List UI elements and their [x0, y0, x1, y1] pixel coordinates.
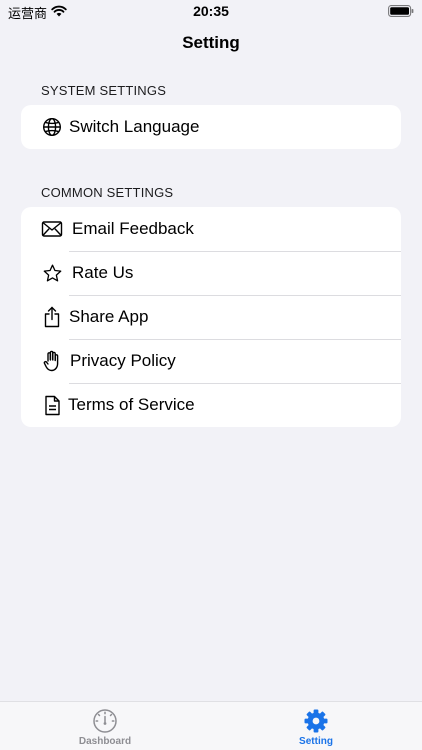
section-header-common: COMMON SETTINGS [41, 185, 174, 200]
settings-row-email-feedback[interactable]: Email Feedback [21, 207, 401, 251]
tab-setting[interactable]: Setting [256, 708, 376, 747]
gear-icon [304, 709, 328, 733]
common-settings-group: Email Feedback Rate Us Share App Privacy… [21, 207, 401, 427]
settings-row-switch-language[interactable]: Switch Language [21, 105, 401, 149]
star-icon [41, 262, 63, 284]
settings-row-label: Switch Language [69, 117, 200, 136]
settings-row-label: Share App [69, 307, 149, 326]
tab-label: Setting [299, 736, 333, 747]
status-bar: 运营商 20:35 [0, 0, 422, 24]
tab-bar: Dashboard Setting [0, 701, 422, 750]
envelope-icon [41, 218, 63, 240]
document-icon [41, 394, 63, 416]
settings-row-label: Email Feedback [72, 219, 194, 238]
section-header-system: SYSTEM SETTINGS [41, 83, 167, 98]
settings-row-label: Rate Us [72, 263, 134, 282]
page-title: Setting [182, 33, 240, 52]
settings-row-label: Privacy Policy [70, 351, 176, 370]
hand-icon [41, 350, 63, 372]
system-settings-group: Switch Language [21, 105, 401, 149]
tab-label: Dashboard [78, 736, 132, 747]
share-icon [41, 306, 63, 328]
settings-row-privacy-policy[interactable]: Privacy Policy [21, 339, 401, 383]
settings-row-label: Terms of Service [68, 395, 195, 414]
settings-row-rate-us[interactable]: Rate Us [21, 251, 401, 295]
battery-icon [388, 5, 414, 17]
settings-row-terms-of-service[interactable]: Terms of Service [21, 383, 401, 427]
settings-row-share-app[interactable]: Share App [21, 295, 401, 339]
status-time: 20:35 [193, 3, 229, 19]
tab-dashboard[interactable]: Dashboard [45, 708, 165, 747]
globe-icon [41, 116, 63, 138]
gauge-icon [93, 709, 117, 733]
